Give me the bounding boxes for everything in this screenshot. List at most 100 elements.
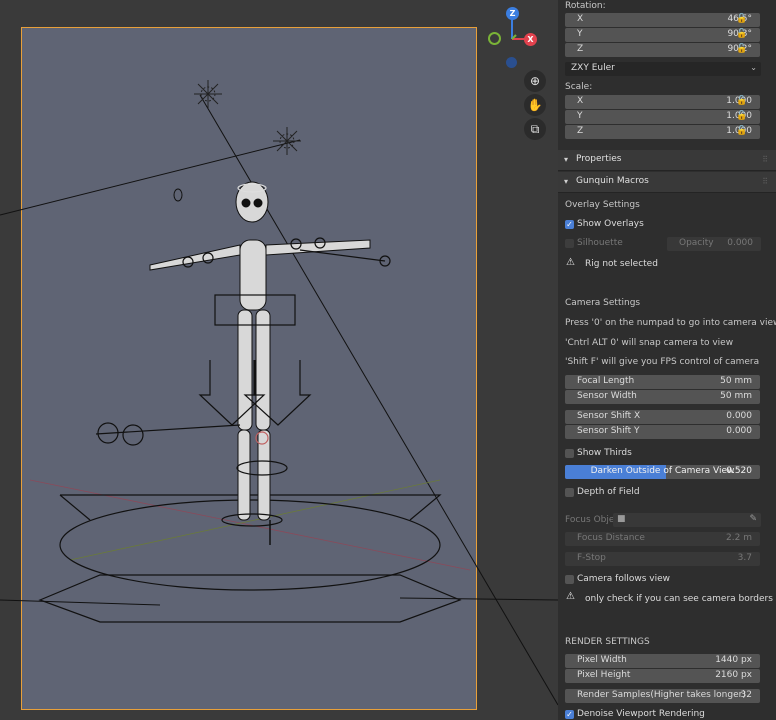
- light-icon-2: [273, 127, 301, 155]
- field-label: Pixel Height: [577, 670, 631, 680]
- lock-icon[interactable]: 🔓: [736, 126, 747, 136]
- axis-label: X: [577, 14, 584, 24]
- field-label: Focus Distance: [577, 533, 645, 543]
- denoise-label: Denoise Viewport Rendering: [577, 709, 705, 719]
- depth-of-field-label: Depth of Field: [577, 487, 640, 497]
- lock-icon[interactable]: 🔓: [736, 96, 747, 106]
- scale-y-field[interactable]: Y 1.000: [565, 110, 760, 124]
- rotation-z-field[interactable]: Z 90.2°: [565, 43, 760, 57]
- zoom-icon[interactable]: ⊕: [524, 70, 546, 92]
- field-value: 50 mm: [720, 391, 752, 401]
- field-value: 1440 px: [715, 655, 752, 665]
- field-value: 2.2 m: [726, 533, 752, 543]
- field-label: F-Stop: [577, 553, 606, 563]
- camera-tip-2: 'Cntrl ALT 0' will snap camera to view: [565, 338, 734, 348]
- character-model: [149, 181, 371, 521]
- lock-icon[interactable]: 🔓: [736, 44, 747, 54]
- show-thirds-checkbox[interactable]: [565, 449, 574, 458]
- chevron-down-icon: ▾: [564, 177, 569, 186]
- warning-icon: ⚠: [566, 257, 575, 268]
- darken-outside-slider[interactable]: Darken Outside of Camera View 0.520: [565, 465, 760, 479]
- panel-title: Properties: [576, 154, 622, 164]
- field-label: Render Samples(Higher takes longer): [577, 690, 746, 700]
- focal-length-field[interactable]: Focal Length 50 mm: [565, 375, 760, 389]
- field-label: Focal Length: [577, 376, 635, 386]
- lock-icon[interactable]: 🔓: [736, 14, 747, 24]
- render-samples-field[interactable]: Render Samples(Higher takes longer) 32: [565, 689, 760, 703]
- axis-label: Z: [577, 44, 584, 54]
- axis-label: X: [577, 96, 584, 106]
- rig-warning-text: Rig not selected: [585, 259, 658, 269]
- camera-tip-1: Press '0' on the numpad to go into camer…: [565, 318, 776, 328]
- navigation-gizmo[interactable]: Z X: [486, 5, 542, 75]
- focus-distance-field[interactable]: Focus Distance 2.2 m: [565, 532, 760, 546]
- eyedropper-icon[interactable]: ✎: [749, 514, 757, 524]
- focus-object-field[interactable]: ■ ✎: [613, 513, 761, 527]
- light-icon-1: [194, 80, 222, 108]
- pixel-width-field[interactable]: Pixel Width 1440 px: [565, 654, 760, 668]
- field-value: 3.7: [737, 553, 752, 563]
- gizmo-z-axis[interactable]: Z: [506, 7, 519, 20]
- camera-follows-label: Camera follows view: [577, 574, 670, 584]
- pan-hand-icon[interactable]: ✋: [524, 94, 546, 116]
- gizmo-neg-z-axis[interactable]: [506, 57, 517, 68]
- field-label: Sensor Shift Y: [577, 426, 640, 436]
- show-overlays-label: Show Overlays: [577, 219, 644, 229]
- select-value: ZXY Euler: [571, 63, 615, 73]
- lock-icon[interactable]: 🔓: [736, 111, 747, 121]
- focus-object-label: Focus Obje: [565, 515, 615, 525]
- gizmo-y-axis[interactable]: [488, 32, 501, 45]
- camera-view-icon[interactable]: ⧉: [524, 118, 546, 140]
- fstop-field[interactable]: F-Stop 3.7: [565, 552, 760, 566]
- camera-follows-checkbox[interactable]: [565, 575, 574, 584]
- scale-x-field[interactable]: X 1.000: [565, 95, 760, 109]
- chevron-down-icon: ▾: [564, 155, 569, 164]
- field-label: Opacity: [679, 238, 714, 248]
- properties-panel-header[interactable]: ▾ Properties ⠿: [558, 150, 776, 171]
- sensor-shift-y-field[interactable]: Sensor Shift Y 0.000: [565, 425, 760, 439]
- field-value: 32: [740, 690, 752, 700]
- scale-label: Scale:: [565, 82, 593, 92]
- sensor-width-field[interactable]: Sensor Width 50 mm: [565, 390, 760, 404]
- field-value: 0.000: [727, 238, 753, 248]
- gizmo-x-axis[interactable]: X: [524, 33, 537, 46]
- panel-title: Gunquin Macros: [576, 176, 649, 186]
- slider-value: 0.520: [726, 466, 752, 476]
- field-value: 2160 px: [715, 670, 752, 680]
- scale-z-field[interactable]: Z 1.000: [565, 125, 760, 139]
- border-warning-text: only check if you can see camera borders: [585, 594, 773, 604]
- depth-of-field-checkbox[interactable]: [565, 488, 574, 497]
- gunquin-panel-header[interactable]: ▾ Gunquin Macros ⠿: [558, 172, 776, 193]
- opacity-field[interactable]: Opacity 0.000: [667, 237, 761, 251]
- axis-label: Z: [577, 126, 584, 136]
- rotation-mode-select[interactable]: ZXY Euler ⌄: [565, 62, 761, 76]
- rotation-label: Rotation:: [565, 1, 606, 11]
- show-overlays-checkbox[interactable]: ✓: [565, 220, 574, 229]
- show-thirds-label: Show Thirds: [577, 448, 632, 458]
- chevron-down-icon: ⌄: [750, 63, 757, 72]
- field-value: 50 mm: [720, 376, 752, 386]
- object-icon: ■: [617, 514, 626, 524]
- pixel-height-field[interactable]: Pixel Height 2160 px: [565, 669, 760, 683]
- silhouette-label: Silhouette: [577, 238, 623, 248]
- render-section-label: RENDER SETTINGS: [565, 637, 650, 647]
- lock-icon[interactable]: 🔓: [736, 29, 747, 39]
- rotation-x-field[interactable]: X 46.5°: [565, 13, 760, 27]
- camera-section-label: Camera Settings: [565, 298, 641, 308]
- denoise-checkbox[interactable]: ✓: [565, 710, 574, 719]
- field-value: 0.000: [726, 426, 752, 436]
- silhouette-checkbox[interactable]: [565, 239, 574, 248]
- field-label: Sensor Width: [577, 391, 637, 401]
- 3d-viewport[interactable]: Z X ⊕ ✋ ⧉: [0, 0, 558, 720]
- grip-icon[interactable]: ⠿: [762, 155, 768, 164]
- field-label: Sensor Shift X: [577, 411, 641, 421]
- axis-label: Y: [577, 29, 583, 39]
- camera-tip-3: 'Shift F' will give you FPS control of c…: [565, 357, 760, 367]
- n-panel: Rotation: X 46.5° 🔓 Y 90.3° 🔓 Z 90.2° 🔓 ZXY…: [558, 0, 776, 720]
- grip-icon[interactable]: ⠿: [762, 177, 768, 186]
- rotation-y-field[interactable]: Y 90.3°: [565, 28, 760, 42]
- sensor-shift-x-field[interactable]: Sensor Shift X 0.000: [565, 410, 760, 424]
- field-value: 0.000: [726, 411, 752, 421]
- axis-label: Y: [577, 111, 583, 121]
- field-label: Pixel Width: [577, 655, 627, 665]
